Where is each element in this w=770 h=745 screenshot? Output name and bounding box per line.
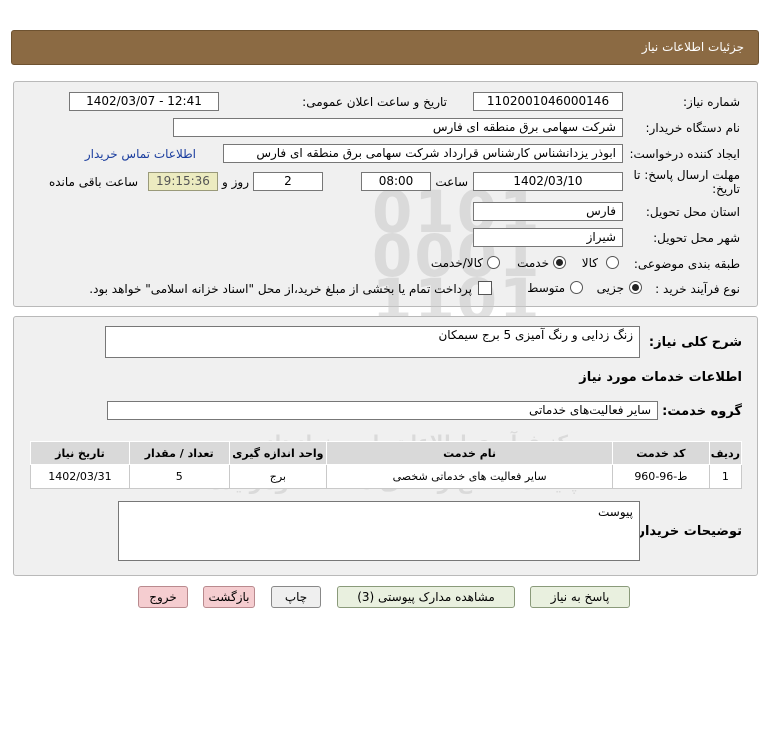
services-table: ردیف کد خدمت نام خدمت واحد اندازه گیری ت…	[30, 441, 743, 489]
remaining-time-field: 19:15:36	[148, 172, 218, 191]
category-radio-service[interactable]	[553, 256, 566, 269]
category-option-goods: کالا	[581, 256, 598, 270]
page-title: جزئیات اطلاعات نیاز	[641, 40, 744, 54]
summary-field: زنگ زدایی و رنگ آمیزی 5 برج سیمکان	[105, 326, 640, 358]
category-radio-goods[interactable]	[606, 256, 619, 269]
table-header-row: ردیف کد خدمت نام خدمت واحد اندازه گیری ت…	[30, 441, 743, 465]
cell-date: 1402/03/31	[30, 464, 130, 489]
cell-qty: 5	[128, 464, 230, 489]
buyer-notes-field: پیوست	[118, 501, 640, 561]
buyer-org-field: شرکت سهامی برق منطقه ای فارس	[173, 118, 623, 137]
announce-date-label: تاریخ و ساعت اعلان عمومی:	[302, 95, 447, 109]
col-date-header: تاریخ نیاز	[30, 441, 130, 465]
creator-field: ابوذر یزدانشناس کارشناس قرارداد شرکت سها…	[223, 144, 623, 163]
category-option-goods-service: کالا/خدمت	[430, 256, 483, 270]
days-label: روز و	[222, 175, 249, 189]
cell-row: 1	[708, 464, 743, 489]
col-unit-header: واحد اندازه گیری	[228, 441, 328, 465]
service-group-field: سایر فعالیت‌های خدماتی	[107, 401, 658, 420]
process-radio-medium[interactable]	[570, 281, 583, 294]
table-row: 1 ط-96-960 سایر فعالیت های خدماتی شخصی ب…	[30, 464, 743, 489]
cell-unit: برج	[228, 464, 328, 489]
city-field: شیراز	[473, 228, 623, 247]
exit-button[interactable]: خروج	[138, 586, 188, 608]
creator-label: ایجاد کننده درخواست:	[629, 147, 740, 161]
province-label: استان محل تحویل:	[645, 205, 740, 219]
category-radio-goods-service[interactable]	[487, 256, 500, 269]
process-option-minor: جزیی	[596, 281, 624, 295]
col-name-header: نام خدمت	[326, 441, 613, 465]
category-label: طبقه بندی موضوعی:	[633, 257, 740, 271]
col-row-header: ردیف	[708, 441, 743, 465]
category-option-service: خدمت	[517, 256, 549, 270]
treasury-payment-note: پرداخت تمام یا بخشی از مبلغ خرید،از محل …	[89, 282, 472, 296]
page-header: جزئیات اطلاعات نیاز	[11, 30, 759, 65]
treasury-payment-checkbox[interactable]	[478, 281, 492, 295]
announce-date-field: 1402/03/07 - 12:41	[69, 92, 219, 111]
buyer-notes-label: توضیحات خریدار:	[632, 524, 742, 539]
col-code-header: کد خدمت	[611, 441, 710, 465]
buyer-org-label: نام دستگاه خریدار:	[645, 121, 741, 135]
service-group-label: گروه خدمت:	[662, 404, 742, 419]
reply-button[interactable]: پاسخ به نیاز	[530, 586, 630, 608]
print-button[interactable]: چاپ	[271, 586, 321, 608]
province-field: فارس	[473, 202, 623, 221]
days-remaining-field: 2	[253, 172, 323, 191]
services-heading: اطلاعات خدمات مورد نیاز	[579, 370, 742, 385]
deadline-time-label: ساعت	[435, 175, 468, 189]
cell-code: ط-96-960	[611, 464, 710, 489]
deadline-date-field: 1402/03/10	[473, 172, 623, 191]
view-documents-button[interactable]: مشاهده مدارک پیوستی (3)	[337, 586, 515, 608]
col-qty-header: تعداد / مقدار	[128, 441, 230, 465]
buyer-contact-link[interactable]: اطلاعات تماس خریدار	[85, 147, 196, 161]
process-radio-minor[interactable]	[629, 281, 642, 294]
remaining-time-label: ساعت باقی مانده	[48, 175, 138, 189]
deadline-label: مهلت ارسال پاسخ: تا	[633, 168, 740, 182]
deadline-label-date: تاریخ:	[712, 182, 740, 196]
cell-name: سایر فعالیت های خدماتی شخصی	[326, 464, 613, 489]
back-button[interactable]: بازگشت	[203, 586, 255, 608]
need-number-label: شماره نیاز:	[683, 95, 740, 109]
summary-label: شرح کلی نیاز:	[648, 335, 742, 350]
process-option-medium: متوسط	[527, 281, 565, 295]
deadline-time-field: 08:00	[361, 172, 431, 191]
process-label: نوع فرآیند خرید :	[655, 282, 740, 296]
need-number-field: 1102001046000146	[473, 92, 623, 111]
city-label: شهر محل تحویل:	[653, 231, 740, 245]
need-info-panel	[13, 81, 758, 307]
